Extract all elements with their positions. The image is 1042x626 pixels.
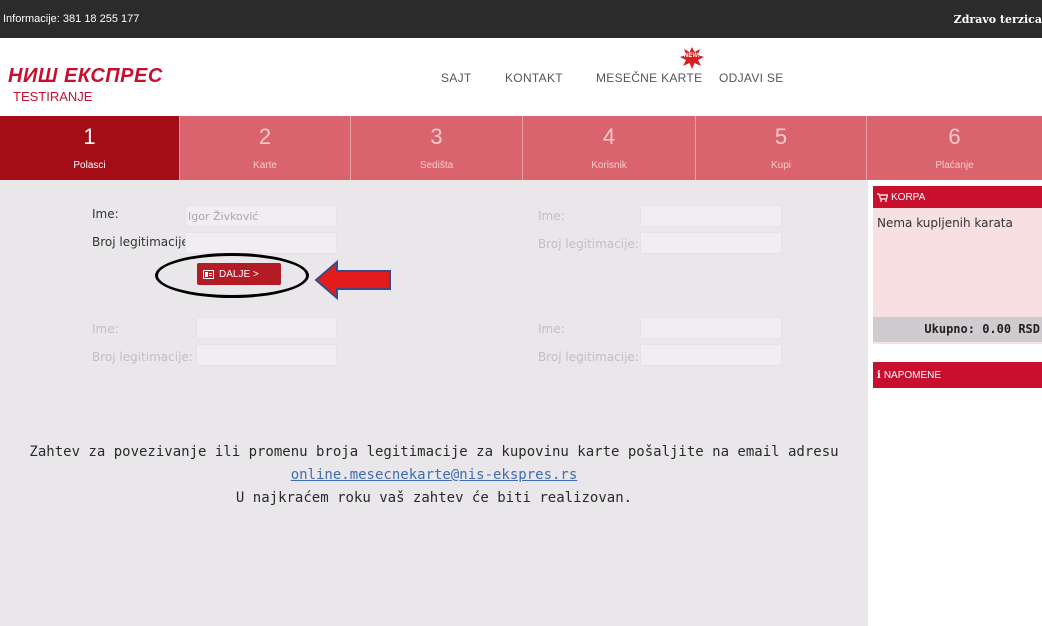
passenger3-name-label: Ime: [92,322,119,336]
note-item: - Nije moguće kupiti kartu sa cenom manj… [877,439,1021,461]
step-label: Karte [253,160,277,171]
highlight-ellipse [155,253,309,298]
step-kupi[interactable]: 5 Kupi [696,116,867,180]
note-item: - Karta se može kupiti najkasnije 2h pre… [877,415,1024,437]
header: НИШ ЕКСПРЕС TESTIRANJE SAJT KONTAKT MESE… [0,38,1042,116]
contact-info: Informacije: 381 18 255 177 [3,13,140,25]
notes-title: NAPOMENE [883,369,942,381]
step-label: Korisnik [591,160,627,171]
passenger4-name-input[interactable] [640,317,782,339]
step-number: 3 [430,124,443,149]
nav-odjavi-se[interactable]: ODJAVI SE [719,71,784,85]
passenger1-id-label: Broj legitimacije: [92,235,193,249]
cart-empty-text: Nema kupljenih karata [877,216,1013,230]
passenger1-name-label: Ime: [92,207,119,221]
logo[interactable]: НИШ ЕКСПРЕС [8,65,163,88]
passenger1-name-input[interactable]: Igor Živković [185,205,337,227]
passenger2-id-input[interactable] [640,232,782,254]
passenger2-name-input[interactable] [640,205,782,227]
passenger3-name-input[interactable] [196,317,337,339]
notes-list: - Kupovina je omogućena samo za međugrad… [877,390,1027,462]
passenger1-id-input[interactable] [185,232,337,254]
step-karte[interactable]: 2 Karte [180,116,351,180]
nav-sajt[interactable]: SAJT [441,71,472,85]
passenger2-id-label: Broj legitimacije: [538,237,639,251]
cart-icon [877,192,888,202]
notice-line3: U najkraćem roku vaš zahtev će biti real… [235,490,633,506]
passenger3-id-label: Broj legitimacije: [92,350,193,364]
info-icon: i [877,369,881,381]
nav-mesecne-karte[interactable]: MESEČNE KARTE [596,71,702,85]
cart-header: KORPA [873,186,1042,208]
arrow-left-icon [315,260,391,300]
step-number: 4 [602,124,616,149]
step-sedista[interactable]: 3 Sedišta [351,116,523,180]
notice-line1: Zahtev za povezivanje ili promenu broja … [29,444,839,460]
user-greeting: Zdravo terzica [953,13,1042,26]
nav-kontakt[interactable]: KONTAKT [505,71,563,85]
step-label: Plaćanje [935,160,974,171]
passenger3-id-input[interactable] [196,344,337,366]
step-label: Polasci [73,160,106,171]
new-badge-icon: NEW! [680,47,704,69]
sidebar: KORPA Nema kupljenih karata Ukupno: 0.00… [868,180,1042,626]
logo-subtitle: TESTIRANJE [13,89,93,104]
passenger4-id-input[interactable] [640,344,782,366]
step-number: 2 [258,124,272,149]
passenger4-name-label: Ime: [538,322,565,336]
cart-total: Ukupno: 0.00 RSD [873,317,1042,342]
step-label: Kupi [770,160,791,171]
step-number: 6 [948,124,961,149]
passenger2-name-label: Ime: [538,209,565,223]
notice-email-link[interactable]: online.mesecnekarte@nis-ekspres.rs [291,467,578,483]
step-polasci[interactable]: 1 Polasci [0,116,180,180]
notes-header: i NAPOMENE [873,362,1042,388]
new-badge-text: NEW! [684,53,700,59]
step-label: Sedišta [419,160,454,171]
note-item: - Kupovina je omogućena samo za međugrad… [877,391,1019,413]
step-number: 5 [774,124,788,149]
step-number: 1 [83,124,96,149]
passenger4-id-label: Broj legitimacije: [538,350,639,364]
step-placanje[interactable]: 6 Plaćanje [867,116,1042,180]
steps-bar: 1 Polasci 2 Karte 3 Sedišta 4 Korisnik 5… [0,116,1042,180]
top-bar: Informacije: 381 18 255 177 Zdravo terzi… [0,0,1042,38]
step-korisnik[interactable]: 4 Korisnik [523,116,696,180]
cart-title: KORPA [891,191,926,203]
